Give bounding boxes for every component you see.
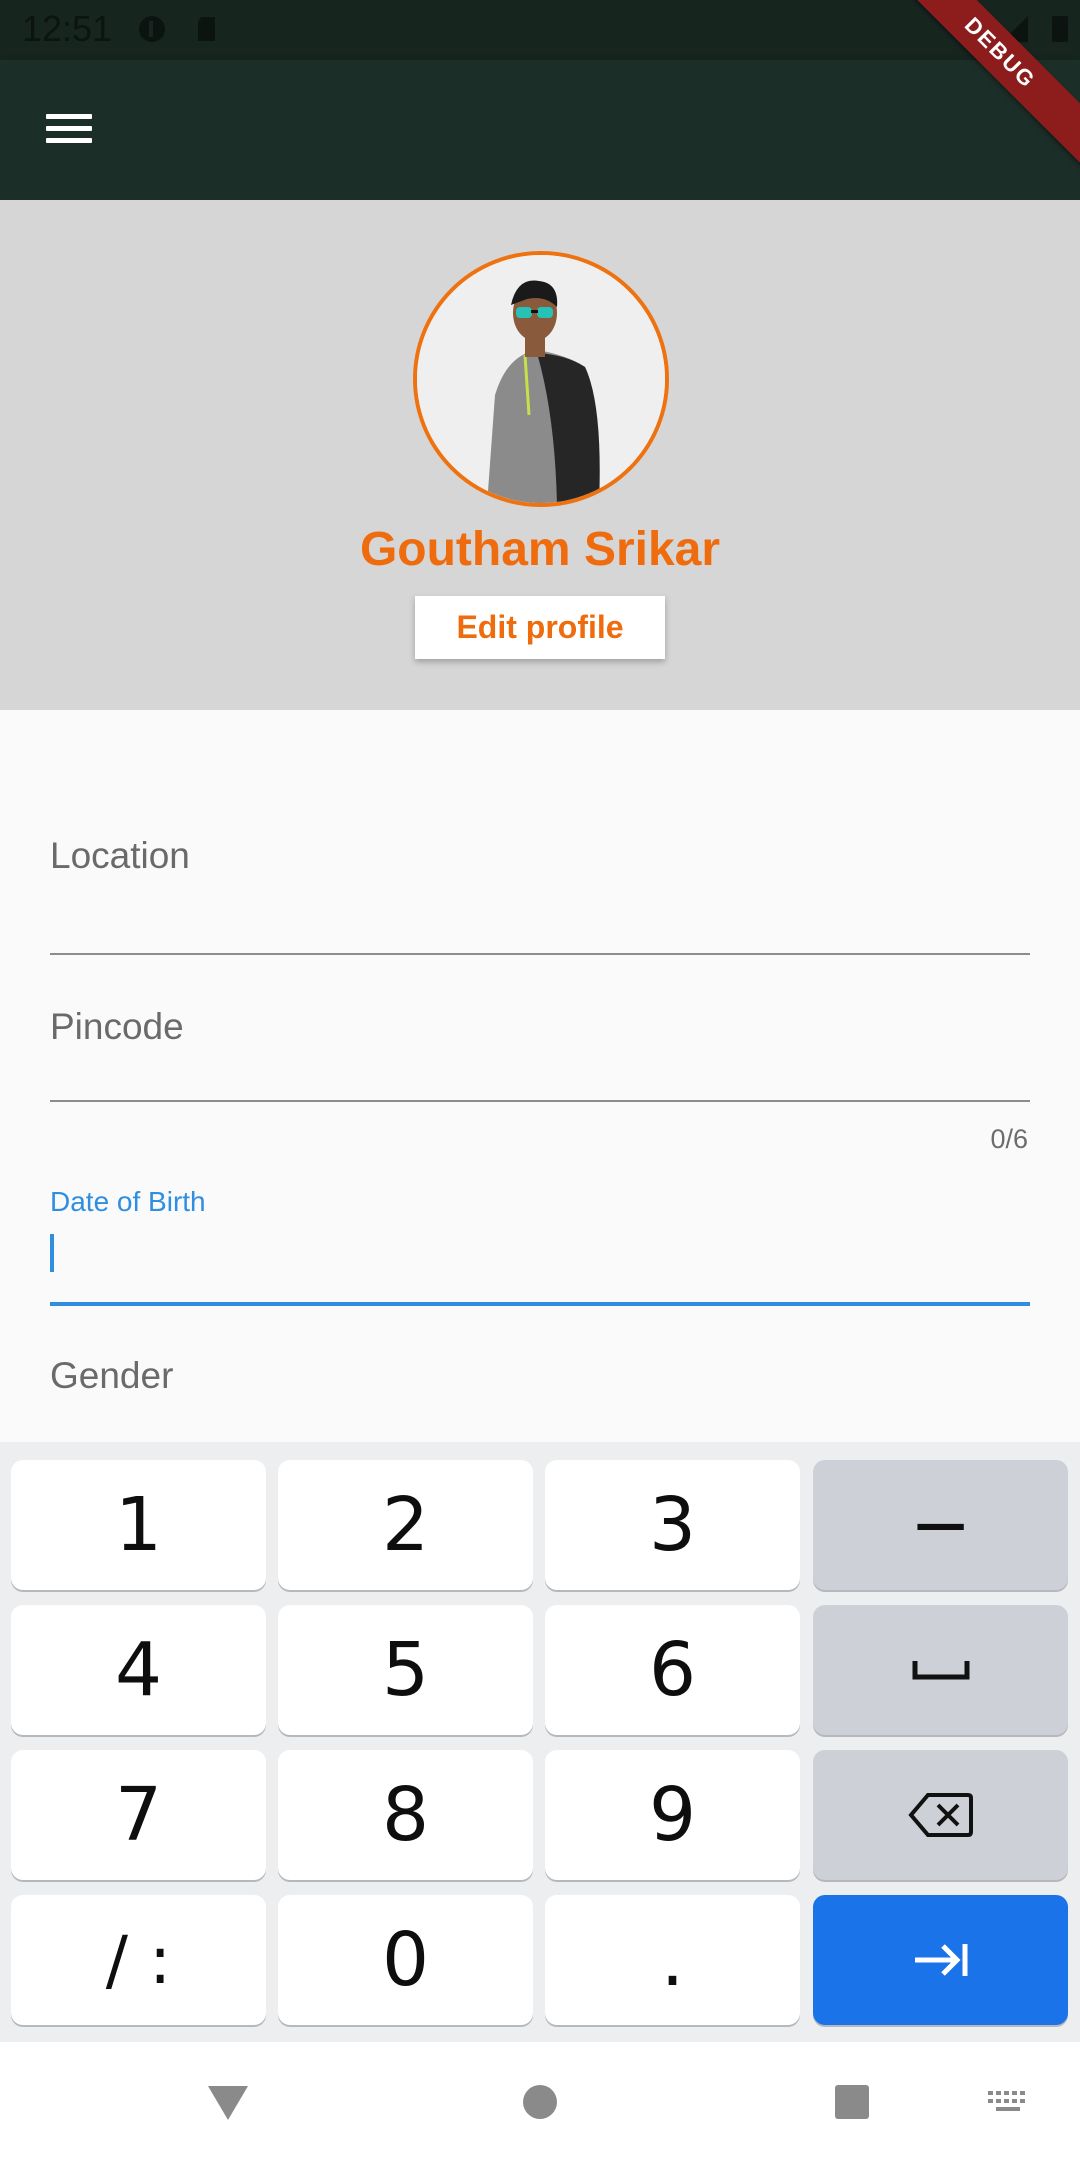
- key-2[interactable]: 2: [278, 1460, 533, 1590]
- date-of-birth-field[interactable]: [50, 1302, 1030, 1306]
- sd-card-icon: [198, 17, 215, 41]
- pincode-char-counter: 0/6: [990, 1124, 1028, 1154]
- menu-icon[interactable]: [30, 88, 110, 168]
- back-button[interactable]: [188, 2062, 268, 2142]
- edit-profile-button[interactable]: Edit profile: [415, 596, 665, 659]
- key-9[interactable]: 9: [545, 1750, 800, 1880]
- keyboard-switch-button[interactable]: [968, 2062, 1048, 2142]
- backspace-icon: [907, 1793, 973, 1837]
- battery-icon: [1052, 16, 1068, 42]
- key-0[interactable]: 0: [278, 1895, 533, 2025]
- key-5[interactable]: 5: [278, 1605, 533, 1735]
- location-field[interactable]: [50, 953, 1030, 955]
- text-cursor: [50, 1234, 54, 1272]
- app-bar: [0, 60, 1080, 200]
- profile-name: Goutham Srikar: [359, 523, 721, 576]
- status-bar: 12:51: [0, 0, 1080, 60]
- avatar: [413, 251, 669, 507]
- pincode-label: Pincode: [50, 1006, 184, 1047]
- back-triangle-icon: [208, 2086, 248, 2120]
- key-period[interactable]: .: [545, 1895, 800, 2025]
- tab-next-icon: [914, 1944, 967, 1976]
- key-7[interactable]: 7: [11, 1750, 266, 1880]
- navigation-bar: [0, 2042, 1080, 2160]
- key-slash-colon[interactable]: / :: [11, 1895, 266, 2025]
- numeric-keyboard: 1 2 3 − 4 5 6 7 8 9 / : 0 .: [0, 1442, 1080, 2042]
- next-key[interactable]: [813, 1895, 1068, 2025]
- key-8[interactable]: 8: [278, 1750, 533, 1880]
- status-time: 12:51: [22, 8, 113, 49]
- home-button[interactable]: [500, 2062, 580, 2142]
- recents-button[interactable]: [812, 2062, 892, 2142]
- key-6[interactable]: 6: [545, 1605, 800, 1735]
- home-circle-icon: [523, 2085, 557, 2119]
- key-4[interactable]: 4: [11, 1605, 266, 1735]
- notification-app-icon: [139, 16, 165, 42]
- keyboard-icon: [988, 2091, 1025, 2111]
- space-key[interactable]: [813, 1605, 1068, 1735]
- pincode-field[interactable]: [50, 1100, 1030, 1102]
- key-minus[interactable]: −: [813, 1460, 1068, 1590]
- gender-label: Gender: [50, 1355, 174, 1396]
- key-3[interactable]: 3: [545, 1460, 800, 1590]
- backspace-key[interactable]: [813, 1750, 1068, 1880]
- profile-photo: [417, 255, 665, 503]
- space-icon: [912, 1661, 969, 1680]
- key-1[interactable]: 1: [11, 1460, 266, 1590]
- date-of-birth-label: Date of Birth: [50, 1186, 206, 1217]
- location-label: Location: [50, 835, 190, 876]
- recents-square-icon: [835, 2085, 869, 2119]
